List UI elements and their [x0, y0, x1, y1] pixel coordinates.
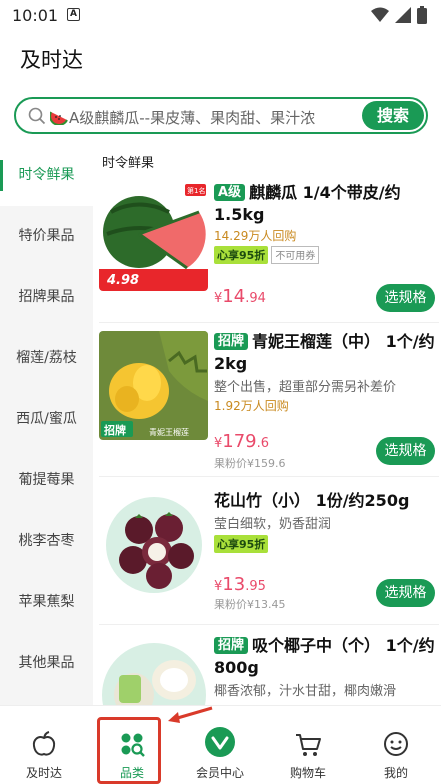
status-time: 10:01: [12, 6, 59, 25]
profile-icon: [384, 732, 408, 756]
member-discount-badge: 心享95折: [214, 246, 269, 264]
product-info: 招牌 青妮王榴莲（中） 1个/约2kg 整个出售，超重部分需另补差价 1.92万人…: [214, 331, 436, 414]
product-description: 椰香浓郁，汁水甘甜，椰肉嫩滑: [214, 684, 397, 699]
product-card[interactable]: 招牌 吸个椰子中（个） 1个/约800g 椰香浓郁，汁水甘甜，椰肉嫩滑: [99, 635, 439, 705]
sidebar-item-signature[interactable]: 招牌果品: [0, 267, 93, 328]
signal-icon: [395, 7, 411, 23]
fan-price: 果粉价¥159.6: [214, 457, 286, 470]
product-image-watermelon[interactable]: 4.98 第1名: [99, 182, 208, 291]
image-product-label: 青妮王榴莲: [149, 427, 189, 437]
product-info: 花山竹（小） 1份/约250g 莹白细软，奶香甜润 心享95折: [214, 490, 436, 553]
search-button[interactable]: 搜索: [362, 101, 424, 130]
member-icon: [205, 727, 235, 757]
divider: [99, 624, 439, 625]
fan-price: 果粉价¥13.45: [214, 598, 286, 611]
image-brand-label: 招牌: [104, 423, 126, 437]
nav-label: 会员中心: [195, 766, 244, 780]
sidebar-item-grape-berry[interactable]: 葡提莓果: [0, 450, 93, 511]
product-name: 招牌 吸个椰子中（个） 1个/约800g: [214, 636, 435, 677]
product-image-durian[interactable]: 招牌 青妮王榴莲: [99, 331, 208, 440]
nav-label: 及时达: [25, 766, 62, 780]
badge-row: 心享95折: [214, 535, 436, 553]
product-price: ¥179.6: [214, 431, 270, 452]
product-description: 莹白细软，奶香甜润: [214, 517, 332, 532]
repurchase-count: 1.92万人回购: [214, 399, 289, 413]
divider: [99, 322, 439, 323]
product-card[interactable]: 4.98 第1名 A级 麒麟瓜 1/4个带皮/约1.5kg 14.29万人回购 心…: [99, 182, 439, 322]
product-image-mangosteen[interactable]: [99, 490, 208, 599]
signature-tag: 招牌: [214, 637, 249, 654]
sidebar-item-seasonal-fruit[interactable]: 时令鲜果: [0, 145, 93, 206]
member-discount-badge: 心享95折: [214, 535, 269, 553]
select-spec-button[interactable]: 选规格: [376, 579, 435, 607]
product-price: ¥14.94: [214, 286, 266, 307]
annotation-highlight-box: [97, 717, 161, 784]
watermelon-icon: [50, 111, 68, 125]
sidebar-item-durian-lychee[interactable]: 榴莲/荔枝: [0, 328, 93, 389]
section-title: 时令鲜果: [102, 156, 155, 171]
nav-label: 购物车: [289, 766, 326, 780]
status-icons: [371, 6, 427, 24]
notification-icon: A: [67, 8, 80, 21]
divider: [99, 476, 439, 477]
sidebar-item-peach-plum[interactable]: 桃李杏枣: [0, 511, 93, 572]
nav-item-cart[interactable]: 购物车: [264, 706, 352, 784]
battery-icon: [417, 6, 427, 24]
cart-icon: [296, 734, 321, 756]
no-coupon-badge: 不可用券: [271, 246, 320, 264]
product-info: A级 麒麟瓜 1/4个带皮/约1.5kg 14.29万人回购 心享95折 不可用券: [214, 182, 436, 264]
category-sidebar: 时令鲜果 特价果品 招牌果品 榴莲/荔枝 西瓜/蜜瓜 葡提莓果 桃李杏枣 苹果蕉…: [0, 145, 93, 705]
select-spec-button[interactable]: 选规格: [376, 437, 435, 465]
product-list: 时令鲜果 4.98 第1名 A级 麒麟瓜 1/4个带皮/约1.5kg 14.29万…: [93, 145, 441, 705]
apple-icon: [32, 731, 56, 756]
product-description: 整个出售，超重部分需另补差价: [214, 380, 397, 395]
signature-tag: 招牌: [214, 333, 249, 350]
search-bar[interactable]: A级麒麟瓜--果皮薄、果肉甜、果汁浓 搜索: [14, 97, 428, 134]
image-price-label: 4.98: [106, 273, 139, 288]
badge-row: 心享95折 不可用券: [214, 246, 436, 264]
grade-tag: A级: [214, 184, 246, 201]
bottom-nav: 及时达 品类 会员中心 购物车 我的: [0, 705, 441, 784]
product-name: A级 麒麟瓜 1/4个带皮/约1.5kg: [214, 183, 401, 224]
product-card[interactable]: 花山竹（小） 1份/约250g 莹白细软，奶香甜润 心享95折 ¥13.95 果…: [99, 490, 439, 620]
sidebar-item-special-price[interactable]: 特价果品: [0, 206, 93, 267]
status-bar: 10:01 A: [0, 0, 441, 30]
page-title: 及时达: [20, 48, 83, 72]
search-icon: [28, 107, 46, 125]
image-rank-label: 第1名: [187, 186, 205, 195]
product-name: 花山竹（小） 1份/约250g: [214, 491, 410, 510]
product-card[interactable]: 招牌 青妮王榴莲 招牌 青妮王榴莲（中） 1个/约2kg 整个出售，超重部分需另补…: [99, 331, 439, 476]
search-input[interactable]: A级麒麟瓜--果皮薄、果肉甜、果汁浓: [69, 107, 315, 128]
repurchase-count: 14.29万人回购: [214, 229, 297, 243]
nav-label: 我的: [383, 766, 408, 780]
nav-item-profile[interactable]: 我的: [352, 706, 440, 784]
sidebar-item-apple-banana-pear[interactable]: 苹果蕉梨: [0, 572, 93, 633]
sidebar-item-other[interactable]: 其他果品: [0, 633, 93, 694]
wifi-icon: [371, 7, 389, 22]
sidebar-item-melon[interactable]: 西瓜/蜜瓜: [0, 389, 93, 450]
select-spec-button[interactable]: 选规格: [376, 284, 435, 312]
product-name: 招牌 青妮王榴莲（中） 1个/约2kg: [214, 332, 435, 373]
product-info: 招牌 吸个椰子中（个） 1个/约800g 椰香浓郁，汁水甘甜，椰肉嫩滑: [214, 635, 436, 700]
annotation-arrow-icon: [168, 706, 213, 723]
product-price: ¥13.95: [214, 574, 266, 595]
nav-item-home[interactable]: 及时达: [0, 706, 88, 784]
product-image-coconut[interactable]: [99, 635, 208, 705]
